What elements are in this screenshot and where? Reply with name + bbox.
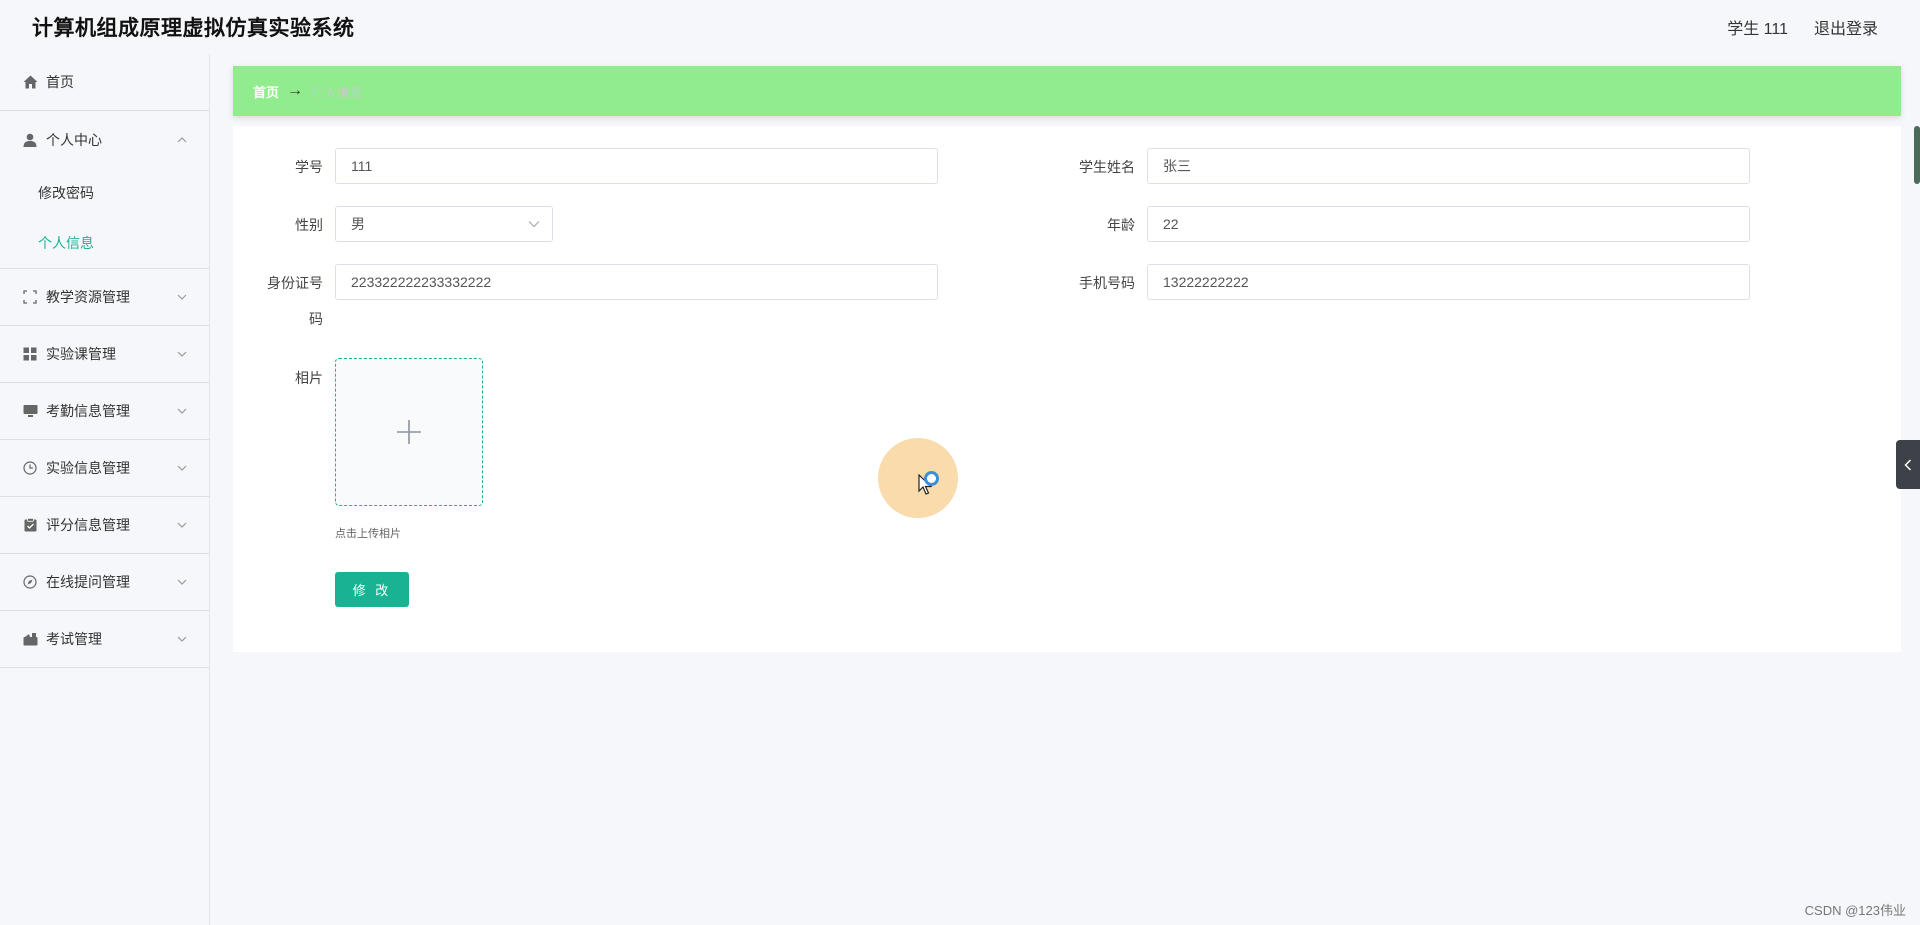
sidebar-group-personal-center: 个人中心 修改密码 个人信息 xyxy=(0,111,209,269)
chevron-down-icon xyxy=(177,636,187,642)
sidebar-item-label: 教学资源管理 xyxy=(46,289,130,305)
age-label: 年龄 xyxy=(1107,217,1135,233)
plus-icon xyxy=(397,420,421,444)
gender-label: 性别 xyxy=(295,217,323,233)
sidebar-item-lab-course[interactable]: 实验课管理 xyxy=(0,326,209,383)
sidebar-item-home[interactable]: 首页 xyxy=(0,54,209,111)
photo-label: 相片 xyxy=(295,370,323,386)
sidebar-item-label: 评分信息管理 xyxy=(46,517,130,533)
id-card-field[interactable]: 223322222233332222 xyxy=(335,264,938,300)
app-title: 计算机组成原理虚拟仿真实验系统 xyxy=(32,17,355,40)
submit-button[interactable]: 修 改 xyxy=(335,572,409,607)
photo-upload-area[interactable] xyxy=(335,358,483,506)
gender-selected-value: 男 xyxy=(351,216,365,232)
gender-select[interactable]: 男 xyxy=(335,206,553,242)
sidebar-item-label: 个人中心 xyxy=(46,131,102,148)
sidebar-item-lab-info[interactable]: 实验信息管理 xyxy=(0,440,209,497)
sidebar-item-grading[interactable]: 评分信息管理 xyxy=(0,497,209,554)
breadcrumb: 首页 → 个人信息 xyxy=(233,66,1901,116)
id-card-label: 身份证号 xyxy=(267,275,323,291)
age-field[interactable]: 22 xyxy=(1147,206,1750,242)
fullscreen-icon xyxy=(22,289,38,305)
sidebar-subitem-change-password[interactable]: 修改密码 xyxy=(0,168,209,218)
scrollbar-thumb[interactable] xyxy=(1914,126,1920,184)
monitor-icon xyxy=(22,403,38,419)
chevron-down-icon xyxy=(177,579,187,585)
sidebar-item-personal-center[interactable]: 个人中心 xyxy=(0,111,209,168)
side-panel-toggle[interactable] xyxy=(1896,440,1920,489)
breadcrumb-current: 个人信息 xyxy=(311,84,364,100)
sidebar-item-label: 首页 xyxy=(46,74,74,90)
photo-upload-tip: 点击上传相片 xyxy=(335,528,401,540)
student-id-field[interactable]: 111 xyxy=(335,148,938,184)
chevron-up-icon xyxy=(177,136,187,142)
chevron-down-icon xyxy=(177,294,187,300)
current-user-label: 学生 111 xyxy=(1727,21,1788,38)
chevron-down-icon xyxy=(528,221,540,228)
grid-icon xyxy=(22,346,38,362)
sidebar: 首页 个人中心 修改密码 个人信息 教学资源管理 实验课管理 考勤信息管理 实验… xyxy=(0,54,210,925)
personal-info-form: 学号 111 学生姓名 张三 性别 男 年龄 22 身份证号 码 2233222… xyxy=(233,126,1901,652)
compass-icon xyxy=(22,574,38,590)
user-area: 学生 111 退出登录 xyxy=(1727,15,1878,39)
student-name-field[interactable]: 张三 xyxy=(1147,148,1750,184)
sidebar-item-label: 实验信息管理 xyxy=(46,460,130,476)
logout-link[interactable]: 退出登录 xyxy=(1814,15,1878,39)
chevron-down-icon xyxy=(177,465,187,471)
chevron-down-icon xyxy=(177,522,187,528)
student-id-label: 学号 xyxy=(295,159,323,175)
phone-field[interactable]: 13222222222 xyxy=(1147,264,1750,300)
sidebar-item-online-questions[interactable]: 在线提问管理 xyxy=(0,554,209,611)
sidebar-item-label: 考勤信息管理 xyxy=(46,403,130,419)
chevron-left-icon xyxy=(1904,458,1912,471)
clipboard-icon xyxy=(22,517,38,533)
sidebar-item-label: 考试管理 xyxy=(46,631,102,647)
top-header: 计算机组成原理虚拟仿真实验系统 学生 111 退出登录 xyxy=(0,0,1920,54)
sidebar-item-attendance[interactable]: 考勤信息管理 xyxy=(0,383,209,440)
breadcrumb-separator: → xyxy=(287,82,304,99)
user-icon xyxy=(22,132,38,148)
watermark: CSDN @123伟业 xyxy=(1804,903,1906,918)
id-card-label-continued: 码 xyxy=(309,311,323,327)
chevron-down-icon xyxy=(177,408,187,414)
student-name-label: 学生姓名 xyxy=(1079,159,1135,175)
sidebar-subitem-personal-info[interactable]: 个人信息 xyxy=(0,218,209,268)
briefcase-icon xyxy=(22,631,38,647)
sidebar-item-label: 在线提问管理 xyxy=(46,574,130,590)
clock-icon xyxy=(22,460,38,476)
click-indicator xyxy=(924,471,939,486)
sidebar-item-label: 实验课管理 xyxy=(46,346,116,362)
home-icon xyxy=(22,74,38,90)
sidebar-item-exam[interactable]: 考试管理 xyxy=(0,611,209,668)
chevron-down-icon xyxy=(177,351,187,357)
sidebar-item-teaching-resources[interactable]: 教学资源管理 xyxy=(0,269,209,326)
phone-label: 手机号码 xyxy=(1079,275,1135,291)
breadcrumb-home[interactable]: 首页 xyxy=(253,82,279,101)
